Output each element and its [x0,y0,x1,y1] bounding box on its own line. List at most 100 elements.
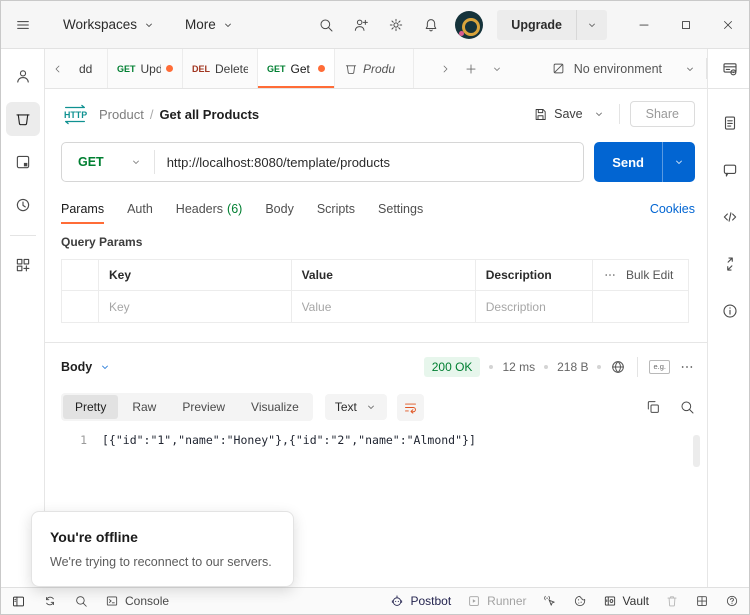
workspaces-menu[interactable]: Workspaces [55,11,163,38]
titlebar: Workspaces More Upgrade [1,1,749,49]
code-snippet-button[interactable] [721,208,739,226]
environment-selector[interactable]: No environment [541,49,706,88]
main-menu-button[interactable] [1,17,45,33]
search-button[interactable] [314,13,338,37]
save-as-example-button[interactable]: e.g. [649,360,670,374]
method-label: GET [78,155,104,169]
runner-button[interactable]: Runner [467,594,526,608]
response-size[interactable]: 218 B [557,360,588,374]
upgrade-options-button[interactable] [576,10,607,40]
request-tab-clipped[interactable]: dd [70,49,108,88]
sidebar-item-account[interactable] [6,59,40,93]
bulk-edit-button[interactable]: Bulk Edit [626,268,673,282]
search-response-button[interactable] [679,399,695,415]
maximize-button[interactable] [665,1,707,49]
param-key-input[interactable] [109,300,281,314]
more-actions-icon[interactable] [603,268,617,282]
related-requests-button[interactable] [721,255,739,273]
console-icon [105,594,119,608]
upgrade-button[interactable]: Upgrade [497,10,576,40]
view-pretty-button[interactable]: Pretty [63,395,118,419]
environment-quick-look-button[interactable] [721,60,739,78]
copy-icon [645,399,661,415]
two-pane-view-button[interactable] [695,594,709,608]
close-button[interactable] [707,1,749,49]
response-body-viewer[interactable]: 1 [{"id":"1","name":"Honey"},{"id":"2","… [61,433,687,447]
capture-requests-button[interactable] [543,594,557,608]
response-scrollbar[interactable] [693,435,700,467]
tab-body[interactable]: Body [265,196,294,222]
format-selector[interactable]: Text [325,394,387,420]
find-button[interactable] [74,594,88,608]
sidebar-item-history[interactable] [6,188,40,222]
http-request-icon: HTTP [61,104,89,125]
view-raw-button[interactable]: Raw [120,395,168,419]
documentation-button[interactable] [721,114,739,132]
view-visualize-button[interactable]: Visualize [239,395,311,419]
url-box: GET http://localhost:8080/template/produ… [61,142,584,182]
tab-headers[interactable]: Headers(6) [176,196,243,222]
invite-button[interactable] [349,13,373,37]
new-tab-button[interactable] [458,49,484,88]
avatar[interactable] [455,11,483,39]
param-description-input[interactable] [486,300,582,314]
scroll-tabs-left-button[interactable] [45,49,71,88]
collection-icon [344,62,358,76]
save-button[interactable]: Save [527,102,589,127]
sidebar-item-more-tools[interactable] [6,248,40,282]
console-button[interactable]: Console [105,594,169,608]
vault-button[interactable]: Vault [603,594,649,608]
response-body-selector[interactable]: Body [61,360,111,374]
row-select-cell[interactable] [62,291,98,322]
wrap-lines-button[interactable] [397,394,424,421]
more-menu[interactable]: More [177,11,242,38]
postbot-button[interactable]: Postbot [390,594,451,608]
url-input[interactable]: http://localhost:8080/template/products [155,155,402,170]
response-more-actions-icon[interactable] [679,359,695,375]
cookies-button[interactable] [573,594,587,608]
request-title[interactable]: Get all Products [159,107,259,122]
send-options-button[interactable] [662,142,695,182]
settings-button[interactable] [384,13,408,37]
sidebar-item-collections[interactable] [6,102,40,136]
tab-options-button[interactable] [484,49,510,88]
toggle-sidebar-button[interactable] [11,594,26,609]
comments-button[interactable] [721,161,739,179]
tab-scripts[interactable]: Scripts [317,196,355,222]
collection-preview-tab[interactable]: Produ [334,49,414,88]
request-tab-delete[interactable]: DEL Delete [182,49,258,88]
param-value-input[interactable] [302,300,465,314]
request-tab-get-all[interactable]: GET Get a [257,49,335,88]
method-selector[interactable]: GET [62,143,154,181]
tab-settings[interactable]: Settings [378,196,423,222]
minimize-button[interactable] [623,1,665,49]
breadcrumb-collection[interactable]: Product [99,107,144,122]
cookies-link[interactable]: Cookies [650,202,695,216]
environment-label: No environment [574,62,662,76]
chevron-down-icon [673,156,685,168]
pane-splitter[interactable] [45,342,707,343]
view-preview-button[interactable]: Preview [170,395,237,419]
help-button[interactable] [725,594,739,608]
network-globe-icon[interactable] [610,359,626,375]
environment-quick-look [708,49,750,89]
share-button[interactable]: Share [630,101,695,127]
sync-button[interactable] [43,594,57,608]
status-badge[interactable]: 200 OK [424,357,481,377]
offline-toast: You're offline We're trying to reconnect… [31,511,294,587]
sidebar-item-environments[interactable] [6,145,40,179]
save-options-button[interactable] [589,103,609,125]
trash-button[interactable] [665,594,679,608]
notifications-button[interactable] [419,13,443,37]
workspaces-label: Workspaces [63,17,137,32]
copy-response-button[interactable] [645,399,661,415]
request-tab-update[interactable]: GET Upda [107,49,183,88]
request-info-button[interactable] [721,302,739,320]
add-user-icon [353,17,369,33]
response-body-label: Body [61,360,92,374]
scroll-tabs-right-button[interactable] [432,49,458,88]
tab-params[interactable]: Params [61,196,104,222]
send-button[interactable]: Send [594,142,662,182]
response-time[interactable]: 12 ms [502,360,535,374]
tab-auth[interactable]: Auth [127,196,153,222]
